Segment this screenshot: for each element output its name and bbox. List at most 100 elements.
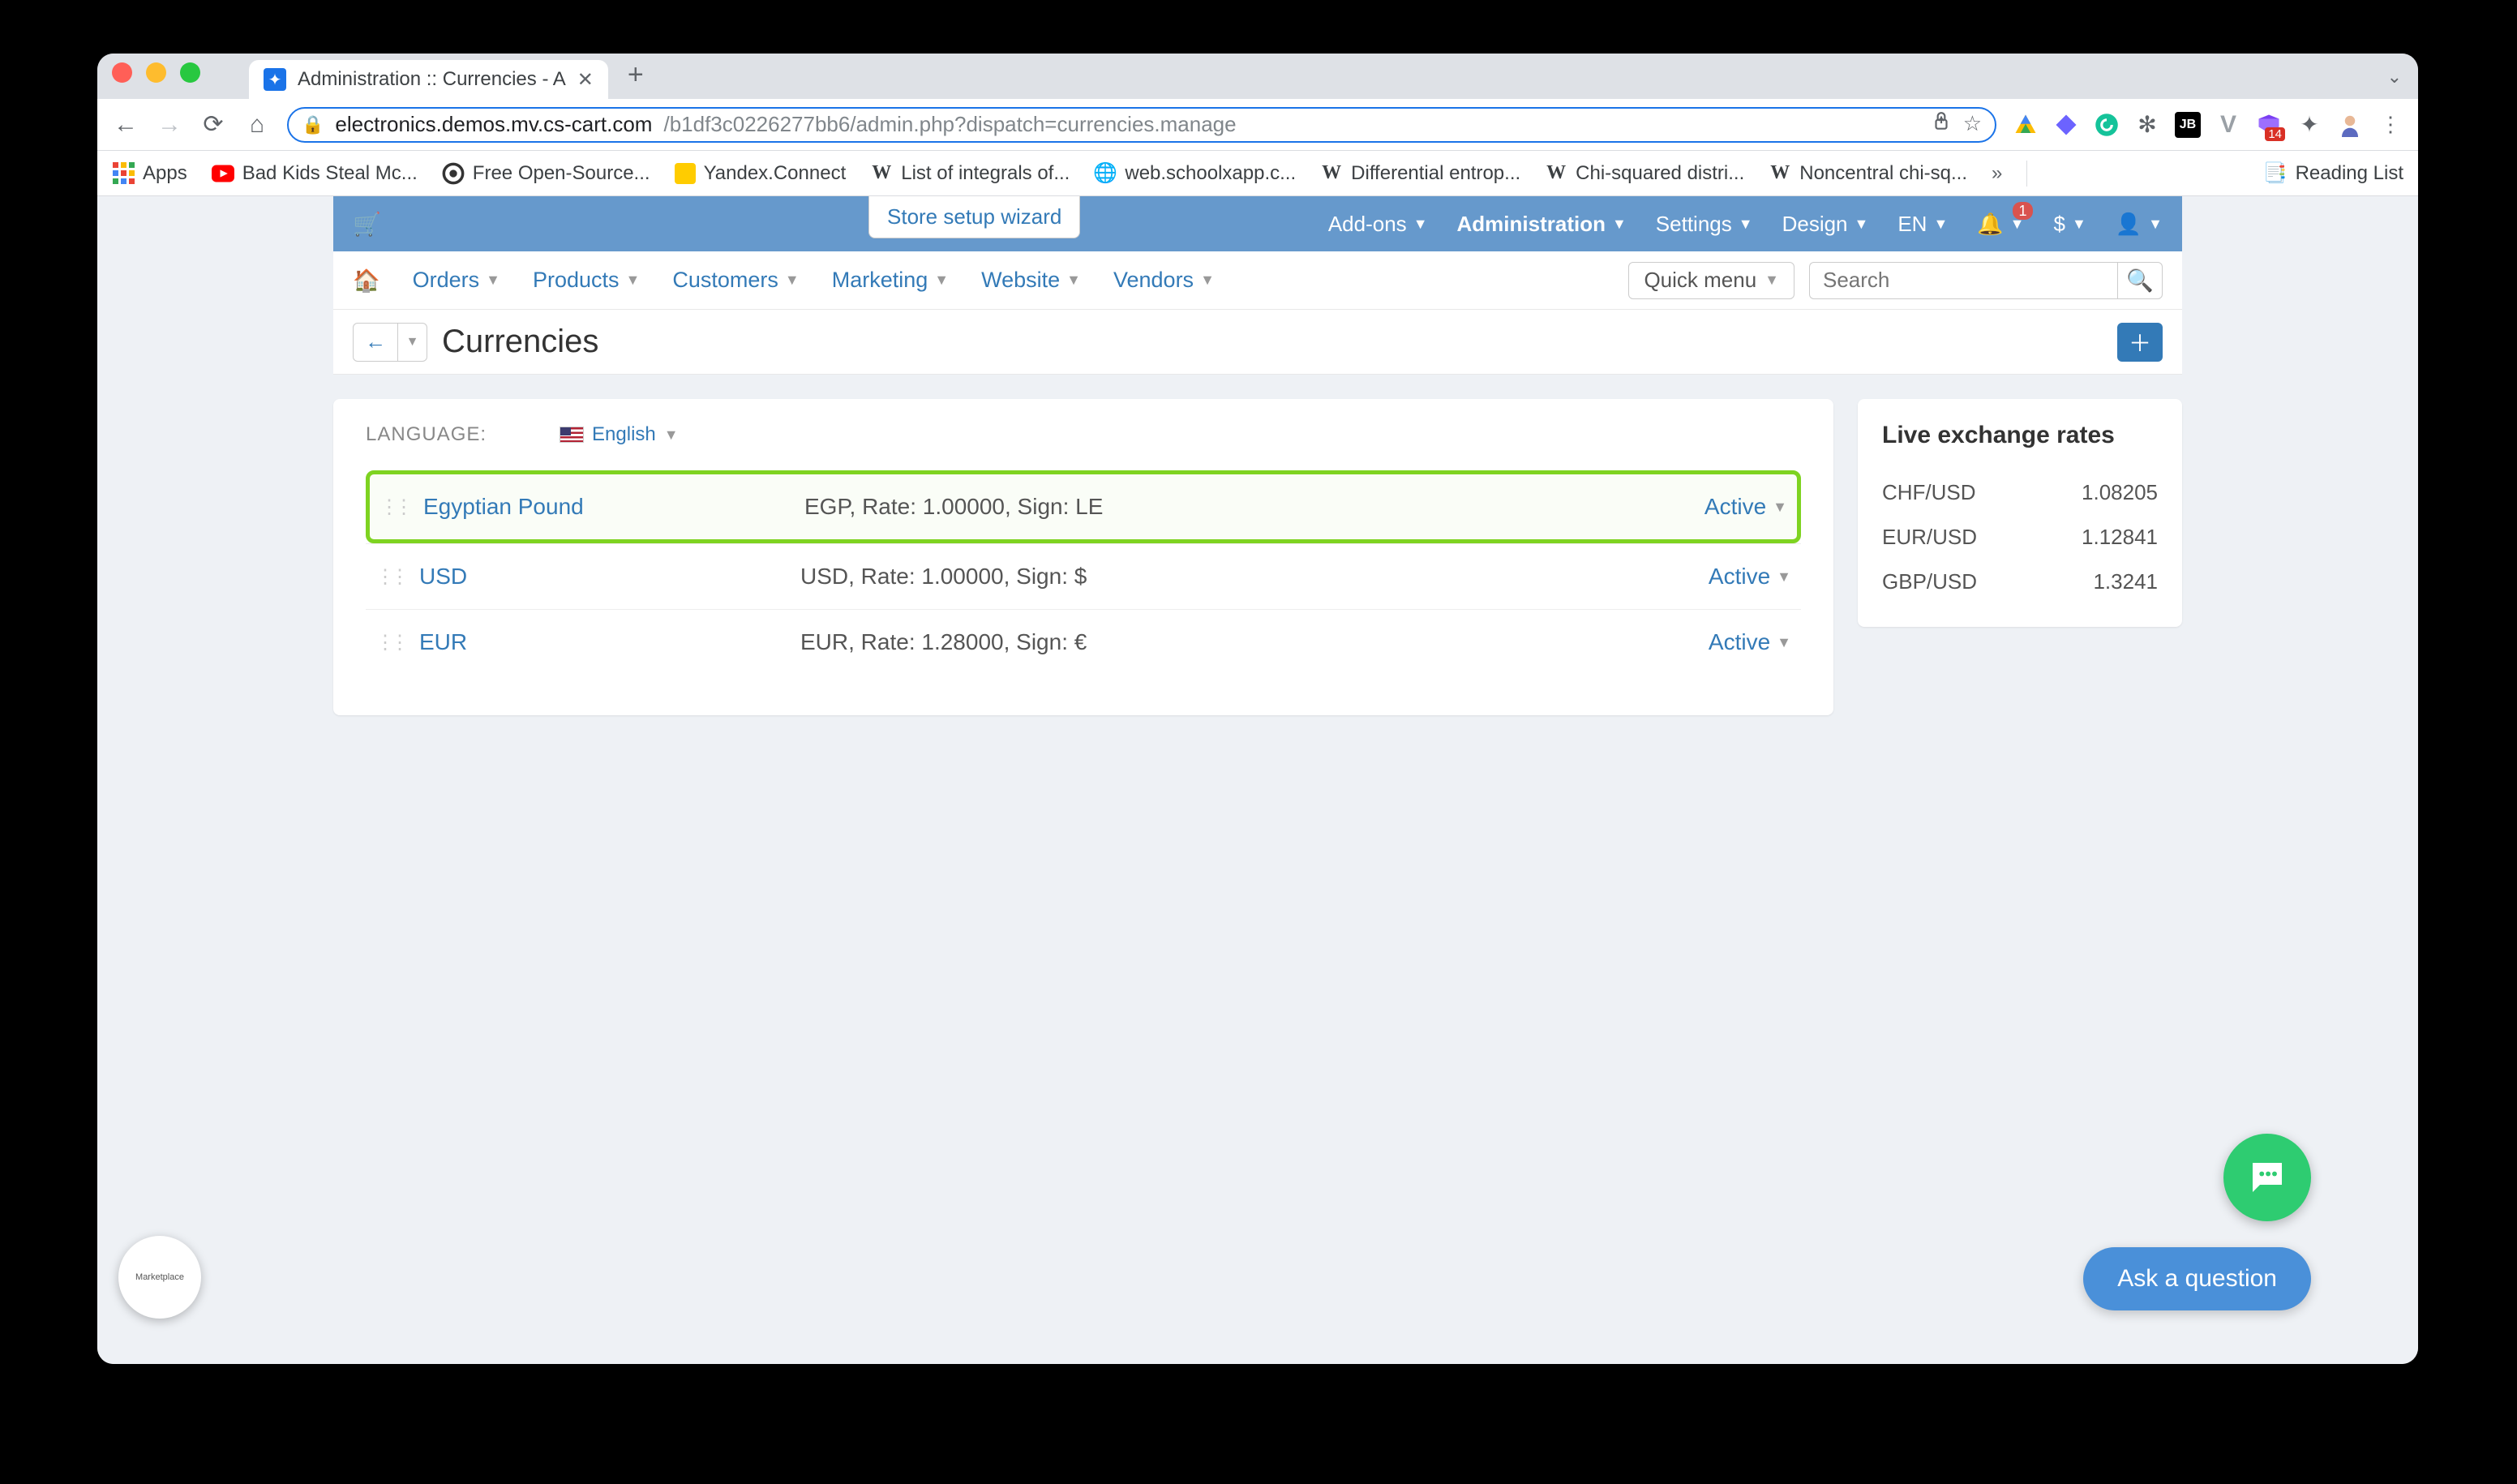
caret-icon: ▼: [1413, 216, 1428, 233]
globe-icon: 🌐: [1094, 162, 1117, 185]
bookmark-item[interactable]: WDifferential entrop...: [1320, 162, 1520, 185]
currency-status-dropdown[interactable]: Active▼: [1709, 629, 1791, 655]
extension-v-icon[interactable]: V: [2215, 112, 2241, 138]
extension-purple-icon[interactable]: 14: [2256, 112, 2282, 138]
main-nav-bar: 🏠 Orders▼ Products▼ Customers▼ Marketing…: [333, 251, 2182, 310]
rate-value: 1.08205: [2082, 480, 2158, 505]
nav-language[interactable]: EN▼: [1897, 212, 1948, 237]
search-button[interactable]: 🔍: [2117, 262, 2163, 299]
reload-button[interactable]: ⟳: [199, 110, 227, 139]
currency-row[interactable]: ⋮⋮ USD USD, Rate: 1.00000, Sign: $ Activ…: [366, 543, 1801, 609]
nav-user[interactable]: 👤▼: [2116, 212, 2163, 237]
currency-status-dropdown[interactable]: Active▼: [1704, 494, 1787, 520]
maximize-window-button[interactable]: [180, 62, 200, 83]
omnibox-actions: ☆: [1931, 111, 1982, 138]
nav-settings[interactable]: Settings▼: [1656, 212, 1753, 237]
add-currency-button[interactable]: ＋: [2117, 323, 2163, 362]
quick-menu-button[interactable]: Quick menu▼: [1628, 262, 1794, 299]
bookmark-item[interactable]: 🌐web.schoolxapp.c...: [1094, 162, 1296, 185]
extension-grammarly-icon[interactable]: [2094, 112, 2120, 138]
browser-tab[interactable]: ✦ Administration :: Currencies - A ✕: [249, 60, 608, 99]
apps-shortcut[interactable]: Apps: [112, 162, 187, 185]
page-back-dropdown[interactable]: ▼: [398, 323, 427, 362]
nav-label: $: [2054, 212, 2065, 237]
currency-row[interactable]: ⋮⋮ Egyptian Pound EGP, Rate: 1.00000, Si…: [366, 470, 1801, 543]
drag-handle-icon[interactable]: ⋮⋮: [375, 631, 405, 654]
caret-icon: ▼: [1612, 216, 1627, 233]
nav-administration[interactable]: Administration▼: [1457, 212, 1627, 237]
bookmarks-overflow-button[interactable]: »: [1992, 162, 2002, 185]
extensions-puzzle-icon[interactable]: ✦: [2296, 112, 2322, 138]
close-window-button[interactable]: [112, 62, 132, 83]
close-tab-button[interactable]: ✕: [577, 68, 594, 92]
search-input[interactable]: [1809, 262, 2117, 299]
bookmark-item[interactable]: Yandex.Connect: [675, 162, 847, 185]
tab-menu-button[interactable]: ⌄: [2387, 66, 2402, 88]
notifications-button[interactable]: 🔔▼ 1: [1977, 212, 2024, 237]
ask-question-button[interactable]: Ask a question: [2083, 1247, 2311, 1310]
currency-name-link[interactable]: EUR: [419, 629, 800, 655]
extension-jb-icon[interactable]: JB: [2175, 112, 2201, 138]
extension-drive-icon[interactable]: [2013, 112, 2039, 138]
separator: [2026, 161, 2027, 187]
caret-icon: ▼: [934, 272, 949, 289]
profile-avatar[interactable]: [2337, 112, 2363, 138]
drag-handle-icon[interactable]: ⋮⋮: [375, 565, 405, 589]
home-button[interactable]: ⌂: [243, 111, 271, 139]
nav-customers[interactable]: Customers▼: [672, 268, 799, 293]
chat-fab-button[interactable]: [2223, 1134, 2311, 1221]
bookmark-item[interactable]: WNoncentral chi-sq...: [1769, 162, 1967, 185]
nav-label: Settings: [1656, 212, 1732, 237]
marketplace-badge[interactable]: Marketplace: [118, 1236, 201, 1319]
nav-currency[interactable]: $▼: [2054, 212, 2086, 237]
bookmark-item[interactable]: Free Open-Source...: [442, 162, 650, 185]
nav-orders[interactable]: Orders▼: [413, 268, 500, 293]
address-bar[interactable]: 🔒 electronics.demos.mv.cs-cart.com/b1df3…: [287, 107, 1996, 143]
tab-title: Administration :: Currencies - A: [298, 68, 566, 91]
nav-website[interactable]: Website▼: [981, 268, 1081, 293]
cart-icon[interactable]: 🛒: [353, 211, 381, 238]
bookmark-item[interactable]: Bad Kids Steal Mc...: [212, 162, 418, 185]
nav-label: Marketing: [832, 268, 928, 293]
currency-status-dropdown[interactable]: Active▼: [1709, 564, 1791, 590]
apps-label: Apps: [143, 162, 187, 185]
extension-badge: 14: [2265, 127, 2285, 141]
nav-vendors[interactable]: Vendors▼: [1113, 268, 1215, 293]
language-value: English: [592, 423, 656, 446]
extension-gear-icon[interactable]: ✻: [2134, 112, 2160, 138]
bookmark-item[interactable]: WChi-squared distri...: [1545, 162, 1744, 185]
notification-badge: 1: [2013, 202, 2032, 220]
flag-icon: [560, 427, 584, 443]
back-button[interactable]: ←: [112, 111, 139, 139]
currency-name-link[interactable]: Egyptian Pound: [423, 494, 804, 520]
browser-menu-icon[interactable]: ⋮: [2378, 112, 2403, 138]
minimize-window-button[interactable]: [146, 62, 166, 83]
store-setup-wizard-button[interactable]: Store setup wizard: [868, 196, 1080, 238]
star-icon[interactable]: ☆: [1963, 111, 1982, 138]
share-icon[interactable]: [1931, 111, 1952, 138]
browser-window: ✦ Administration :: Currencies - A ✕ + ⌄…: [97, 54, 2418, 1364]
nav-design[interactable]: Design▼: [1782, 212, 1869, 237]
bookmark-item[interactable]: WList of integrals of...: [870, 162, 1070, 185]
nav-addons[interactable]: Add-ons▼: [1328, 212, 1428, 237]
nav-products[interactable]: Products▼: [533, 268, 640, 293]
home-icon[interactable]: 🏠: [353, 268, 380, 294]
reading-list-button[interactable]: 📑 Reading List: [2263, 161, 2403, 185]
forward-button[interactable]: →: [156, 111, 183, 139]
new-tab-button[interactable]: +: [628, 59, 644, 91]
currency-name-link[interactable]: USD: [419, 564, 800, 590]
page-back-button[interactable]: ←: [353, 323, 398, 362]
nav-label: Customers: [672, 268, 778, 293]
status-label: Active: [1704, 494, 1766, 520]
nav-marketing[interactable]: Marketing ▼: [832, 268, 949, 293]
currency-row[interactable]: ⋮⋮ EUR EUR, Rate: 1.28000, Sign: € Activ…: [366, 609, 1801, 675]
rate-value: 1.3241: [2093, 569, 2158, 594]
bookmark-label: Noncentral chi-sq...: [1799, 162, 1967, 185]
bookmark-label: Bad Kids Steal Mc...: [242, 162, 418, 185]
language-selector[interactable]: English ▼: [560, 423, 679, 446]
extension-diamond-icon[interactable]: [2053, 112, 2079, 138]
nav-label: EN: [1897, 212, 1927, 237]
rate-row: EUR/USD1.12841: [1882, 515, 2158, 560]
page-title-bar: ← ▼ Currencies ＋: [333, 310, 2182, 375]
drag-handle-icon[interactable]: ⋮⋮: [379, 495, 409, 519]
